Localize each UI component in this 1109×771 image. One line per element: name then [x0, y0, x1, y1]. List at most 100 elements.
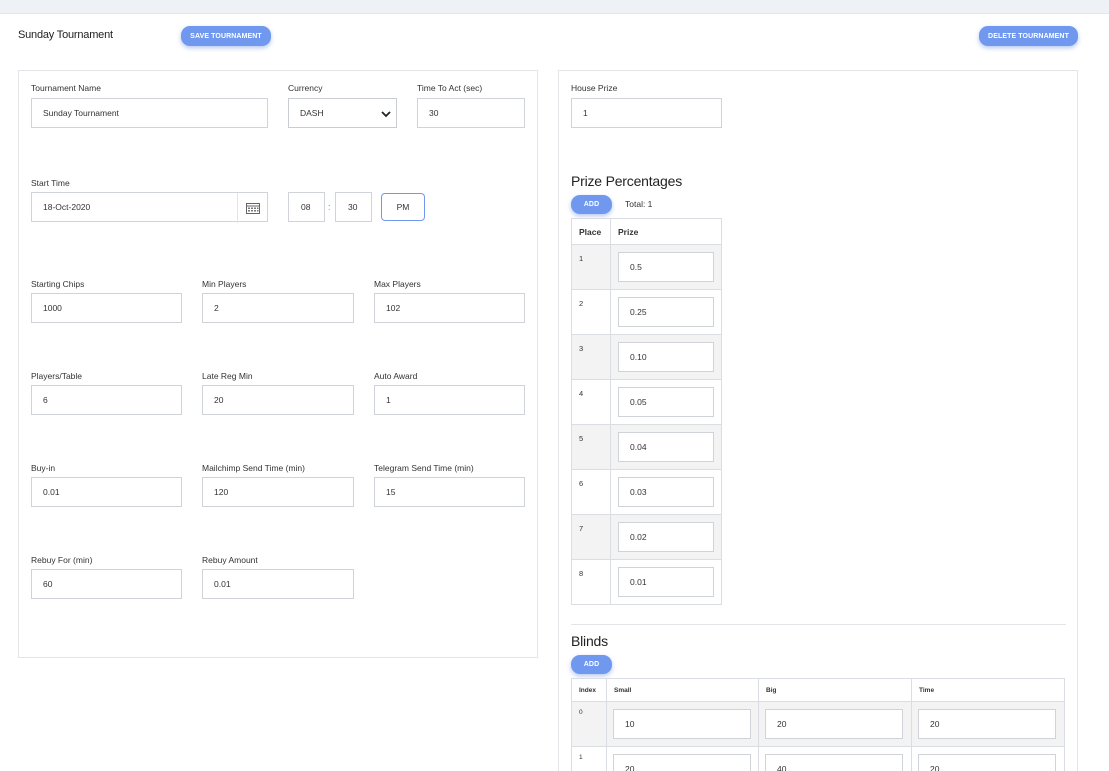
delete-tournament-button[interactable]: DELETE TOURNAMENT	[979, 26, 1078, 46]
rebuy-for-input[interactable]: 60	[31, 569, 182, 599]
starting-chips-input[interactable]: 1000	[31, 293, 182, 323]
small-blind-input[interactable]: 20	[613, 754, 751, 771]
buy-in-input[interactable]: 0.01	[31, 477, 182, 507]
min-players-label: Min Players	[202, 279, 247, 289]
start-minute-input[interactable]: 30	[335, 192, 372, 222]
place-cell: 2	[571, 289, 611, 335]
save-tournament-button[interactable]: SAVE TOURNAMENT	[181, 26, 271, 46]
place-cell: 4	[571, 379, 611, 425]
min-players-input[interactable]: 2	[202, 293, 354, 323]
currency-label: Currency	[288, 83, 323, 93]
start-time-label: Start Time	[31, 178, 70, 188]
players-per-table-value: 6	[43, 395, 48, 405]
min-players-value: 2	[214, 303, 219, 313]
prize-input[interactable]: 0.04	[618, 432, 714, 462]
small-blind-input[interactable]: 10	[613, 709, 751, 739]
rebuy-amount-label: Rebuy Amount	[202, 555, 258, 565]
mailchimp-send-time-input[interactable]: 120	[202, 477, 354, 507]
big-blind-input[interactable]: 40	[765, 754, 903, 771]
tournament-name-input[interactable]: Sunday Tournament	[31, 98, 268, 128]
prize-value: 0.03	[630, 487, 647, 497]
blinds-table: Index Small Big Time 0 10 20 20 1 20 40 …	[571, 678, 1065, 771]
tournament-name-value: Sunday Tournament	[43, 108, 119, 118]
time-to-act-input[interactable]: 30	[417, 98, 525, 128]
prize-value: 0.01	[630, 577, 647, 587]
auto-award-input[interactable]: 1	[374, 385, 525, 415]
table-row: 4 0.05	[571, 379, 722, 425]
index-cell: 0	[571, 701, 607, 747]
prize-input[interactable]: 0.01	[618, 567, 714, 597]
column-header-small: Small	[606, 678, 759, 702]
table-row: 1 20 40 20	[571, 746, 1065, 771]
currency-select[interactable]: DASH	[288, 98, 397, 128]
table-row: 2 0.25	[571, 289, 722, 335]
small-blind-value: 20	[625, 764, 635, 771]
add-prize-button[interactable]: ADD	[571, 195, 612, 214]
auto-award-value: 1	[386, 395, 391, 405]
blind-time-input[interactable]: 20	[918, 754, 1056, 771]
blind-time-input[interactable]: 20	[918, 709, 1056, 739]
tournament-name-label: Tournament Name	[31, 83, 101, 93]
start-hour-value: 08	[301, 202, 311, 212]
section-divider	[571, 624, 1066, 625]
max-players-label: Max Players	[374, 279, 421, 289]
rebuy-amount-value: 0.01	[214, 579, 231, 589]
start-date-input[interactable]: 18-Oct-2020	[31, 192, 268, 223]
table-row: 3 0.10	[571, 334, 722, 380]
time-to-act-label: Time To Act (sec)	[417, 83, 483, 93]
blind-time-value: 20	[930, 764, 940, 771]
big-blind-input[interactable]: 20	[765, 709, 903, 739]
rebuy-for-value: 60	[43, 579, 53, 589]
prize-value: 0.04	[630, 442, 647, 452]
place-cell: 5	[571, 424, 611, 470]
time-to-act-value: 30	[429, 108, 439, 118]
blinds-heading: Blinds	[571, 633, 608, 649]
start-hour-input[interactable]: 08	[288, 192, 325, 222]
page-title: Sunday Tournament	[18, 29, 113, 41]
starting-chips-label: Starting Chips	[31, 279, 85, 289]
prize-value: 0.02	[630, 532, 647, 542]
start-date-value: 18-Oct-2020	[43, 202, 91, 212]
column-header-big: Big	[758, 678, 912, 702]
prize-input[interactable]: 0.02	[618, 522, 714, 552]
small-blind-value: 10	[625, 719, 635, 729]
column-header-index: Index	[571, 678, 607, 702]
table-row: 1 0.5	[571, 244, 722, 290]
calendar-icon[interactable]	[237, 193, 267, 223]
house-prize-value: 1	[583, 108, 588, 118]
house-prize-label: House Prize	[571, 83, 618, 93]
players-per-table-input[interactable]: 6	[31, 385, 182, 415]
table-row: 7 0.02	[571, 514, 722, 560]
ampm-toggle-button[interactable]: PM	[381, 193, 425, 221]
table-row: 0 10 20 20	[571, 701, 1065, 747]
prize-input[interactable]: 0.03	[618, 477, 714, 507]
prize-input[interactable]: 0.5	[618, 252, 714, 282]
time-separator: :	[328, 202, 331, 212]
late-reg-min-input[interactable]: 20	[202, 385, 354, 415]
telegram-send-time-input[interactable]: 15	[374, 477, 525, 507]
chevron-down-icon	[381, 111, 391, 118]
column-header-time: Time	[911, 678, 1065, 702]
prize-percentages-table: Place Prize 1 0.5 2 0.25 3 0.10 4 0.05 5 0.04…	[571, 218, 722, 605]
max-players-input[interactable]: 102	[374, 293, 525, 323]
prize-value: 0.10	[630, 352, 647, 362]
column-header-prize: Prize	[610, 218, 722, 245]
rebuy-amount-input[interactable]: 0.01	[202, 569, 354, 599]
rebuy-for-label: Rebuy For (min)	[31, 555, 93, 565]
prize-total: Total: 1	[625, 199, 653, 209]
table-row: 6 0.03	[571, 469, 722, 515]
late-reg-min-label: Late Reg Min	[202, 371, 253, 381]
mailchimp-send-time-value: 120	[214, 487, 229, 497]
add-blind-button[interactable]: ADD	[571, 655, 612, 674]
telegram-send-time-value: 15	[386, 487, 396, 497]
big-blind-value: 40	[777, 764, 787, 771]
prize-input[interactable]: 0.05	[618, 387, 714, 417]
prize-input[interactable]: 0.25	[618, 297, 714, 327]
place-cell: 3	[571, 334, 611, 380]
starting-chips-value: 1000	[43, 303, 62, 313]
players-per-table-label: Players/Table	[31, 371, 83, 381]
blind-time-value: 20	[930, 719, 940, 729]
place-cell: 8	[571, 559, 611, 605]
prize-input[interactable]: 0.10	[618, 342, 714, 372]
house-prize-input[interactable]: 1	[571, 98, 722, 128]
